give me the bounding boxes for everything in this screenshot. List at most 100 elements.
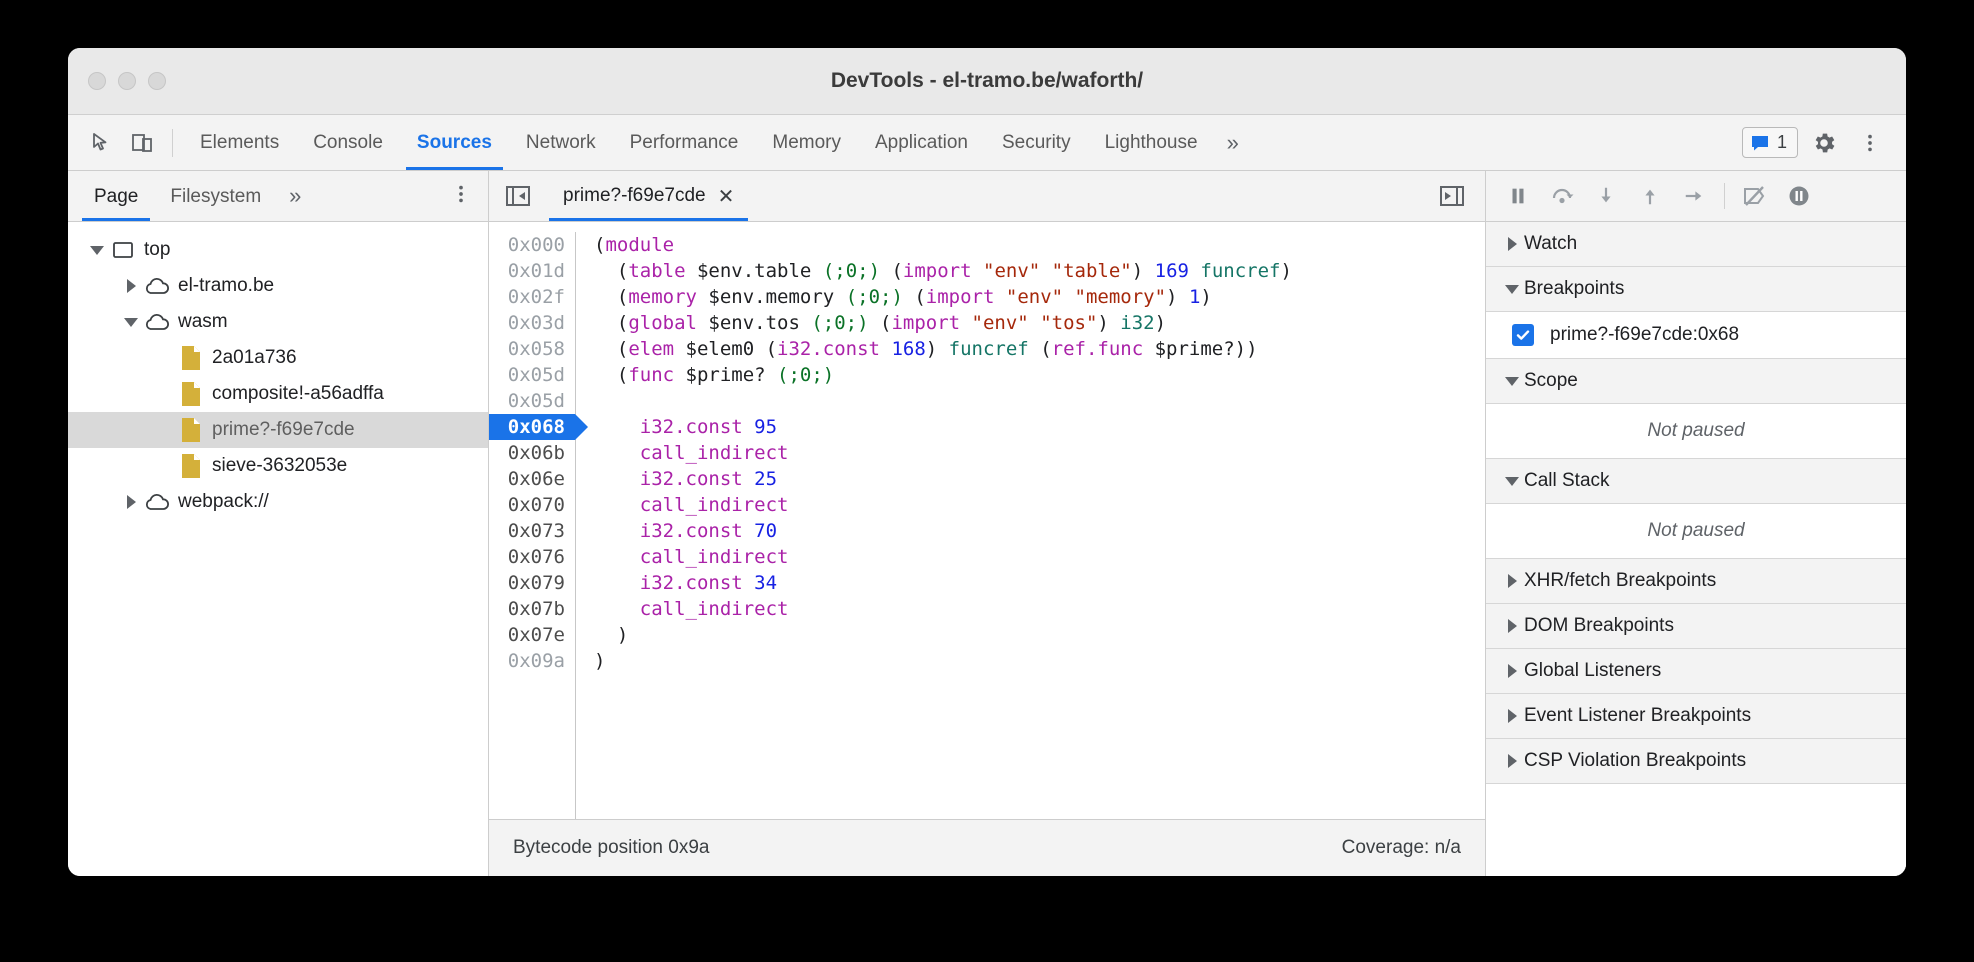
chevron-down-icon[interactable] (1500, 284, 1524, 294)
code-token: i32.const (639, 416, 743, 438)
gutter-address[interactable]: 0x076 (489, 544, 575, 570)
step-into-button[interactable] (1586, 176, 1626, 216)
code-token: ) (1280, 260, 1292, 282)
gutter-address[interactable]: 0x06b (489, 440, 575, 466)
gutter-address[interactable]: 0x09a (489, 648, 575, 674)
gutter-address[interactable]: 0x02f (489, 284, 575, 310)
tab-performance[interactable]: Performance (613, 116, 756, 170)
gear-icon[interactable] (1804, 123, 1844, 163)
device-toolbar-icon[interactable] (122, 123, 162, 163)
debugger-empty-space (1486, 784, 1906, 876)
gutter-address[interactable]: 0x058 (489, 336, 575, 362)
pause-script-button[interactable] (1498, 176, 1538, 216)
gutter-address[interactable]: 0x06e (489, 466, 575, 492)
chevron-right-icon[interactable] (120, 279, 142, 293)
more-tabs-icon[interactable]: » (1215, 130, 1251, 156)
close-button[interactable] (88, 72, 106, 90)
pause-on-exceptions-button[interactable] (1779, 176, 1819, 216)
tab-security[interactable]: Security (985, 116, 1088, 170)
chevron-right-icon[interactable] (1500, 754, 1524, 768)
section-header-global-listeners[interactable]: Global Listeners (1486, 649, 1906, 694)
step-out-button[interactable] (1630, 176, 1670, 216)
section-header-event-listener-breakpoints[interactable]: Event Listener Breakpoints (1486, 694, 1906, 739)
message-count-badge[interactable]: 1 (1741, 127, 1798, 158)
code-content[interactable]: (module (table $env.table (;0;) (import … (576, 232, 1485, 819)
code-token: call_indirect (639, 442, 789, 464)
code-token: "memory" (1074, 286, 1167, 308)
chevron-right-icon[interactable] (120, 495, 142, 509)
gutter-address[interactable]: 0x000 (489, 232, 575, 258)
tree-item-top[interactable]: top (68, 232, 488, 268)
chevron-right-icon[interactable] (1500, 574, 1524, 588)
tree-item-prime-f69e7cde[interactable]: prime?-f69e7cde (68, 412, 488, 448)
chevron-right-icon[interactable] (1500, 709, 1524, 723)
gutter-address[interactable]: 0x03d (489, 310, 575, 336)
section-header-xhr-fetch-breakpoints[interactable]: XHR/fetch Breakpoints (1486, 559, 1906, 604)
chevron-right-icon[interactable] (1500, 664, 1524, 678)
minimize-button[interactable] (118, 72, 136, 90)
tree-item-label: prime?-f69e7cde (212, 419, 355, 440)
bytecode-position: Bytecode position 0x9a (513, 837, 710, 858)
breakpoint-marker-0x068[interactable]: 0x068 (489, 414, 588, 440)
tab-memory[interactable]: Memory (755, 116, 858, 170)
tree-item-wasm[interactable]: wasm (68, 304, 488, 340)
editor-tab-prime[interactable]: prime?-f69e7cde ✕ (549, 172, 749, 221)
section-header-call-stack[interactable]: Call Stack (1486, 459, 1906, 504)
breakpoint-list-item[interactable]: prime?-f69e7cde:0x68 (1486, 312, 1906, 358)
gutter-address[interactable]: 0x073 (489, 518, 575, 544)
show-navigator-icon[interactable] (501, 179, 535, 213)
section-header-scope[interactable]: Scope (1486, 359, 1906, 404)
inspect-element-icon[interactable] (82, 123, 122, 163)
navigator-kebab-menu-icon[interactable] (450, 183, 488, 210)
chevron-down-icon[interactable] (86, 245, 108, 255)
section-label: Breakpoints (1524, 278, 1625, 299)
step-over-button[interactable] (1542, 176, 1582, 216)
deactivate-breakpoints-button[interactable] (1735, 176, 1775, 216)
close-icon[interactable]: ✕ (718, 184, 735, 209)
section-header-watch[interactable]: Watch (1486, 222, 1906, 267)
section-header-csp-violation-breakpoints[interactable]: CSP Violation Breakpoints (1486, 739, 1906, 784)
section-header-dom-breakpoints[interactable]: DOM Breakpoints (1486, 604, 1906, 649)
code-viewer[interactable]: 0x000 0x01d 0x02f 0x03d 0x058 0x05d 0x05d 0x068… (489, 222, 1485, 819)
gutter-address[interactable]: 0x070 (489, 492, 575, 518)
tree-item-el-tramo-be[interactable]: el-tramo.be (68, 268, 488, 304)
gutter-address[interactable]: 0x05d (489, 388, 575, 414)
tab-console[interactable]: Console (296, 116, 400, 170)
gutter-address[interactable]: 0x07b (489, 596, 575, 622)
chevron-down-icon[interactable] (120, 317, 142, 327)
breakpoint-checkbox[interactable] (1512, 324, 1534, 346)
code-token: ( (594, 234, 606, 256)
step-button[interactable] (1674, 176, 1714, 216)
code-line: call_indirect (594, 596, 1485, 622)
show-debugger-icon[interactable] (1435, 179, 1469, 213)
gutter-address[interactable]: 0x07e (489, 622, 575, 648)
gutter-address[interactable]: 0x079 (489, 570, 575, 596)
tree-item-2a01a736[interactable]: 2a01a736 (68, 340, 488, 376)
gutter-address[interactable]: 0x01d (489, 258, 575, 284)
code-line: i32.const 70 (594, 518, 1485, 544)
chevron-down-icon[interactable] (1500, 376, 1524, 386)
tree-item-composite-a56adffa[interactable]: composite!-a56adffa (68, 376, 488, 412)
section-header-breakpoints[interactable]: Breakpoints (1486, 267, 1906, 312)
tab-network[interactable]: Network (509, 116, 613, 170)
tree-item-webpack-[interactable]: webpack:// (68, 484, 488, 520)
chevron-right-icon[interactable] (1500, 619, 1524, 633)
gutter-address[interactable]: 0x05d (489, 362, 575, 388)
tab-sources[interactable]: Sources (400, 116, 509, 170)
navigator-more-tabs-icon[interactable]: » (277, 183, 313, 209)
tab-elements[interactable]: Elements (183, 116, 296, 170)
chevron-down-icon[interactable] (1500, 476, 1524, 486)
chevron-right-icon[interactable] (1500, 237, 1524, 251)
tab-application[interactable]: Application (858, 116, 985, 170)
code-token: $env.memory (696, 286, 846, 308)
maximize-button[interactable] (148, 72, 166, 90)
bytecode-address-gutter[interactable]: 0x000 0x01d 0x02f 0x03d 0x058 0x05d 0x05d 0x068… (489, 232, 588, 819)
kebab-menu-icon[interactable] (1850, 123, 1890, 163)
nav-tab-page[interactable]: Page (78, 172, 154, 221)
frame-icon (113, 242, 133, 258)
nav-tab-filesystem[interactable]: Filesystem (154, 172, 277, 221)
section-label: Watch (1524, 233, 1578, 254)
tab-lighthouse[interactable]: Lighthouse (1088, 116, 1215, 170)
tree-item-sieve-3632053e[interactable]: sieve-3632053e (68, 448, 488, 484)
